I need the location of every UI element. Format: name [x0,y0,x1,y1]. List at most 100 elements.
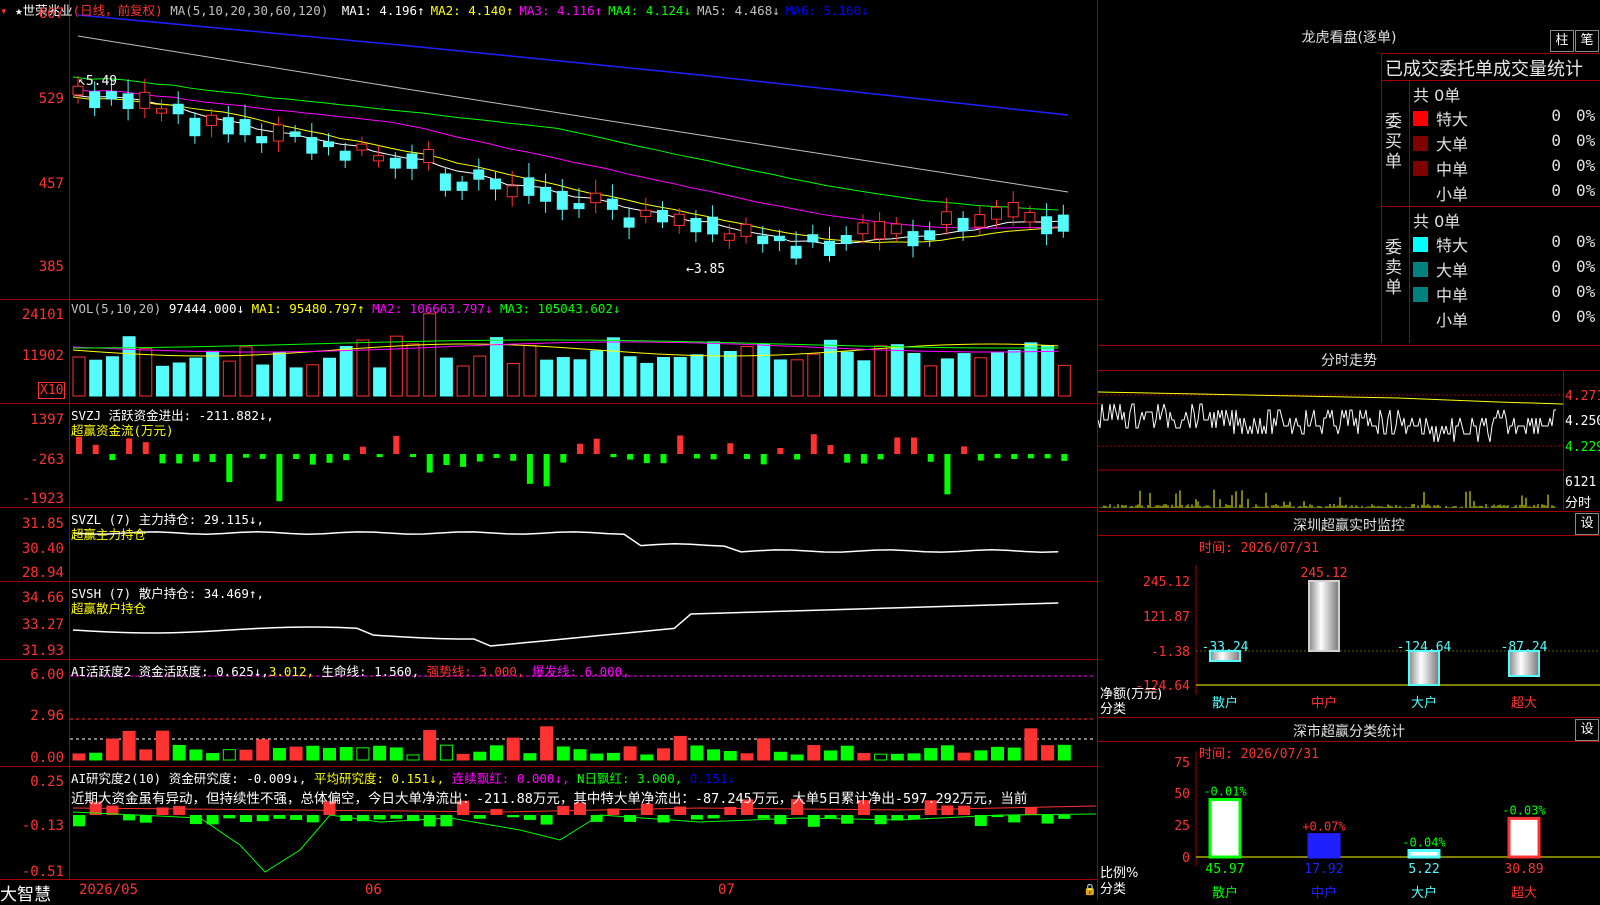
research-bar [290,815,303,820]
vol-unit[interactable]: X10 [38,382,66,399]
dragon-header: 已成交委托单成交量统计 [1385,59,1583,80]
chart-mode[interactable]: (日线，前复权) [73,3,163,18]
flow-bar [860,454,867,464]
flow-bar [1061,454,1068,461]
research-bar [807,815,820,827]
candle-body [890,223,902,235]
ai-comment: 近期大资金虽有异动，但持续性不强，总体偏空，今日大单净流出：-211.88万元，… [71,791,1028,807]
chart-canvas[interactable] [0,0,1098,900]
flow-bar [243,454,249,458]
date-label: 07 [718,882,735,898]
intraday-title: 分时走势 [1321,353,1377,369]
activity-bar [924,748,938,761]
research-bar [306,815,319,823]
sz-class-title: 深市超赢分类统计 [1293,724,1405,740]
tab-bar-chart[interactable]: 柱 [1550,30,1574,52]
order-pct: 0% [1576,307,1596,326]
candle-body [957,217,969,232]
divider [1382,206,1600,207]
order-type-label: 中单 [1436,286,1469,305]
volume-bar [456,365,470,397]
order-count: 0 [1551,307,1561,326]
monitor-category: 中户 [1311,695,1337,711]
order-count: 0 [1551,106,1561,125]
tab-tick[interactable]: 笔 [1575,30,1599,52]
ai-strong: 强势线: 3.000, [426,664,525,679]
candle-body [289,131,301,137]
candle-body [523,177,535,196]
sz-monitor-chart[interactable]: 245.12 121.87 -1.38 -124.64 -33.24 散户 245.12 中户… [1098,535,1600,715]
research-bar [390,815,403,819]
monitor-category: 散户 [1212,695,1238,711]
ma-line [77,35,1069,193]
volume-bar [289,367,303,397]
volume-bar [239,346,253,397]
research-bar [73,815,85,827]
activity-bar [1007,747,1021,761]
ai-active-ylabel: 0.00 [30,750,64,766]
volume-bar [590,350,604,397]
buy-total: 共 0单 [1413,86,1461,105]
flow-bar [159,454,166,464]
candle-body [657,209,668,223]
intraday-chart[interactable] [1098,370,1564,510]
flow-bar [209,454,216,463]
ai-active-ylabel: 2.96 [30,708,64,724]
monitor-bar [1408,650,1440,686]
research-bar [223,815,236,819]
research-bar [440,815,453,827]
ai-life: 生命线: 1.560, [321,664,420,679]
volume-bar [439,357,453,397]
activity-bar [139,749,153,761]
class-category: 中户 [1311,885,1337,901]
flow-bar [543,454,550,487]
flow-bar [326,454,333,463]
volume-bar [974,357,988,397]
volume-bar [323,357,336,397]
class-bar [1407,848,1441,859]
sz-monitor-settings-button[interactable]: 设 [1575,513,1599,535]
svsh-ylabel: 33.27 [21,617,64,633]
ai-research-header: AI研究度2(10) 资金研究度: -0.009↓, 平均研究度: 0.151↓… [71,768,735,787]
volume-bar [640,362,654,397]
activity-bar [857,753,871,761]
volume-bar [1007,349,1021,397]
activity-bar [1041,745,1055,761]
activity-bar [573,749,587,761]
flow-bar [961,446,968,454]
date-label: 06 [365,882,382,898]
class-ylabel: 50 [1174,787,1190,802]
legend-swatch [1413,161,1428,176]
candle-body [389,157,401,169]
svzj-ylabel: -263 [30,452,64,468]
divider [1098,511,1600,512]
candle-body [1057,214,1069,232]
sz-class-chart[interactable]: 75 50 25 0 -0.01% 45.97 散户 +0.07% 17.92 中户 -0.04% 5… [1098,741,1600,901]
ai-burst: 爆发线: 6.000, [532,664,630,679]
monitor-bar [1308,580,1340,652]
candle-body [456,181,468,191]
flow-bar [944,454,951,495]
candle-body [807,234,819,243]
ai-research-title: AI研究度2(10) 资金研究度: -0.009↓, [71,771,307,786]
order-count: 0 [1551,131,1561,150]
lock-icon[interactable]: 🔒 [1083,883,1097,896]
main-chart-area[interactable]: ▾ ★世荣兆业(日线，前复权) MA(5,10,20,30,60,120) MA… [0,0,1098,905]
volume-bar [540,359,554,397]
brand-logo[interactable]: 大智慧 [0,880,51,905]
price-ylabel: 607 [38,6,64,22]
intraday-vol-label: 6121 [1565,475,1597,490]
volume-header: VOL(5,10,20) 97444.000↓ MA1: 95480.797↑ … [71,301,620,316]
sz-class-settings-button[interactable]: 设 [1575,719,1599,741]
activity-bar [339,746,353,761]
flow-bar [744,454,750,459]
ma-line [77,14,1069,116]
ma-value: MA3: 4.116↑ [519,3,603,18]
candle-body [122,93,134,110]
activity-bar [256,739,270,761]
activity-bar [1057,744,1071,761]
candle-body [640,209,652,217]
research-bar [1041,815,1054,824]
order-type-label: 中单 [1436,160,1469,179]
research-bar [707,815,720,819]
